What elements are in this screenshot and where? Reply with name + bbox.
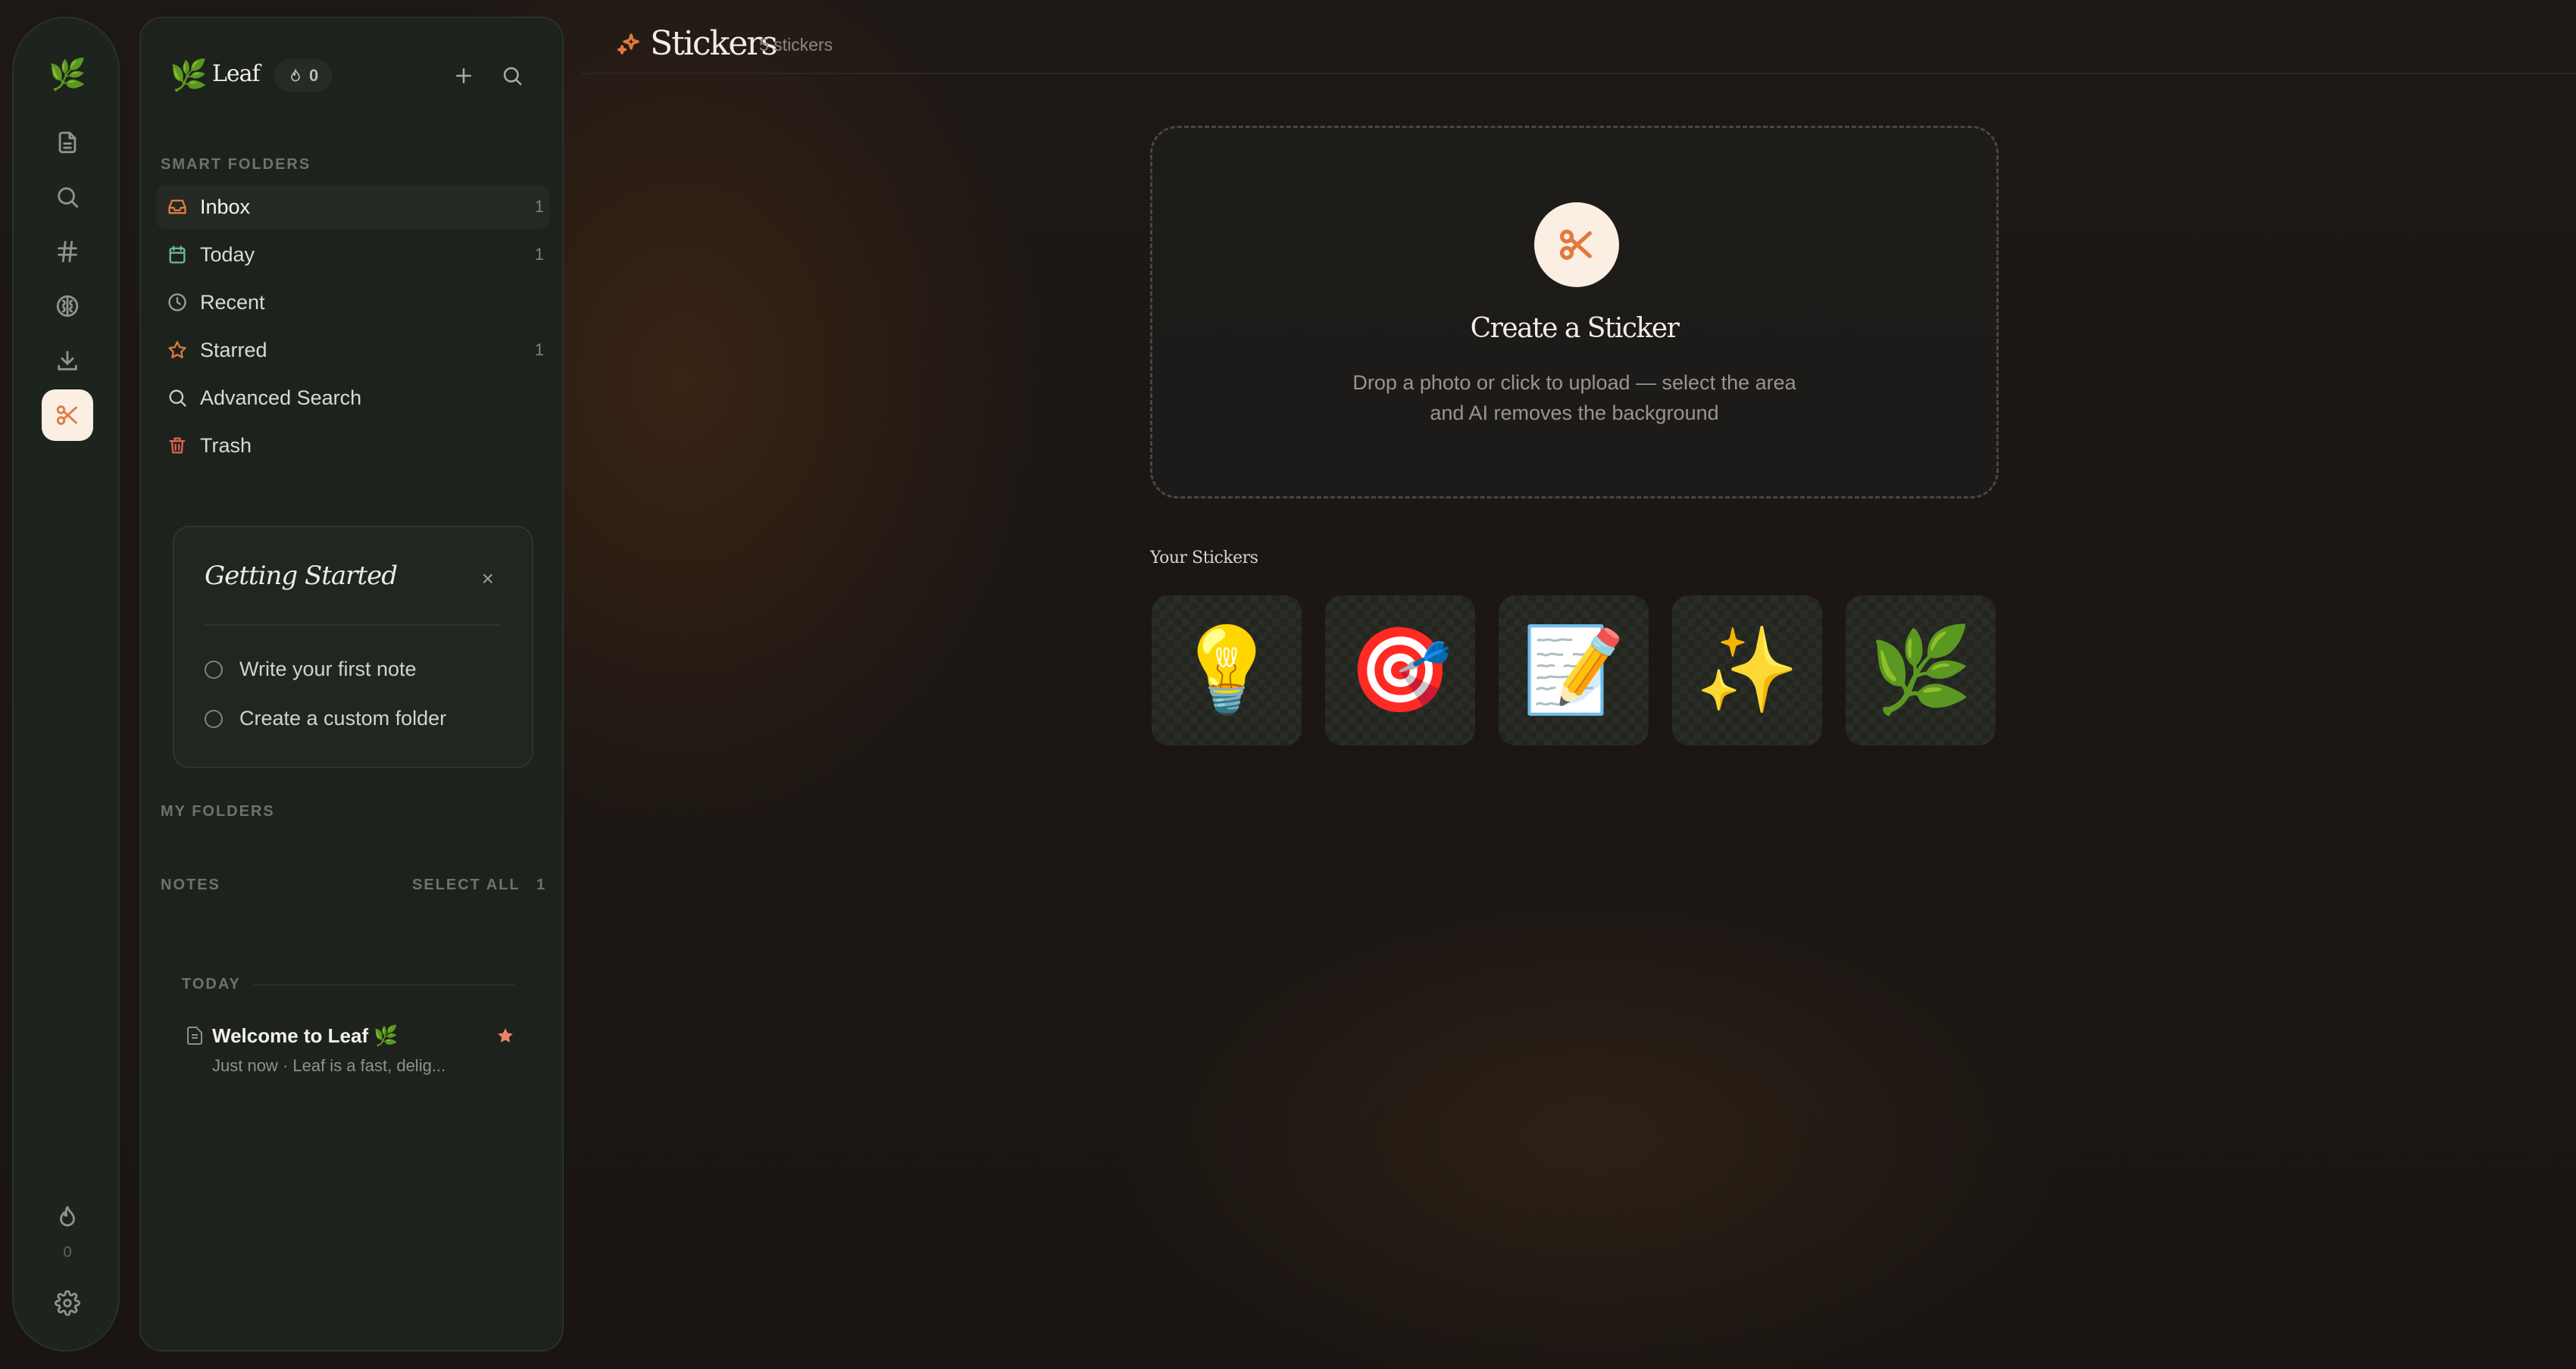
notes-icon[interactable] — [42, 117, 93, 168]
task-create-custom-folder[interactable]: Create a custom folder — [205, 707, 446, 730]
search-icon — [169, 389, 186, 407]
main-header — [580, 0, 2576, 74]
sticker-leaf[interactable]: 🌿 — [1846, 595, 1996, 745]
star-icon[interactable] — [496, 1026, 515, 1046]
sidebar-item-label: Inbox — [200, 195, 251, 218]
page-title: Stickers — [650, 24, 778, 63]
sidebar-item-starred[interactable]: Starred 1 — [156, 328, 550, 372]
create-sticker-description: Drop a photo or click to upload — select… — [1352, 371, 1796, 424]
sidebar-item-today[interactable]: Today 1 — [156, 233, 550, 277]
search-icon — [503, 67, 522, 86]
streak-count: 0 — [63, 1244, 72, 1261]
date-group-label: TODAY — [182, 976, 241, 992]
create-sticker-title: Create a Sticker — [1470, 313, 1680, 344]
sidebar-item-count: 1 — [534, 340, 544, 359]
sparkle-icon — [615, 30, 642, 58]
flame-icon[interactable] — [42, 1191, 93, 1242]
trash-icon — [169, 437, 186, 454]
streak-count: 0 — [309, 66, 319, 85]
my-folders-heading: MY FOLDERS — [161, 803, 275, 820]
document-icon — [186, 1026, 203, 1046]
getting-started-card: Getting Started × Write your first note … — [173, 526, 533, 768]
notes-count: 1 — [536, 877, 547, 893]
task-label: Create a custom folder — [239, 707, 447, 730]
streak-badge[interactable]: 0 — [274, 59, 333, 92]
icon-rail: 🌿 0 — [12, 17, 120, 1352]
clock-icon — [168, 293, 186, 311]
sticker-target[interactable]: 🎯 — [1325, 595, 1475, 745]
search-button[interactable] — [496, 59, 529, 92]
date-group-header: TODAY — [182, 976, 515, 993]
scissors-icon[interactable] — [42, 389, 93, 441]
search-icon[interactable] — [42, 171, 93, 223]
your-stickers-heading: Your Stickers — [1150, 549, 1258, 567]
new-note-button[interactable] — [447, 59, 480, 92]
sidebar-item-count: 1 — [534, 197, 544, 216]
sidebar-item-recent[interactable]: Recent — [156, 280, 550, 324]
sticker-upload-dropzone[interactable]: Create a Sticker Drop a photo or click t… — [1150, 126, 1999, 499]
divider — [205, 624, 502, 626]
sidebar-item-label: Starred — [200, 338, 267, 361]
task-label: Write your first note — [239, 658, 417, 680]
sticker-memo[interactable]: 📝 — [1499, 595, 1649, 745]
task-write-first-note[interactable]: Write your first note — [205, 658, 417, 681]
sidebar-item-inbox[interactable]: Inbox 1 — [156, 185, 550, 229]
star-icon — [168, 341, 186, 358]
select-all-button[interactable]: SELECT ALL — [412, 877, 521, 894]
download-icon[interactable] — [42, 335, 93, 386]
inbox-icon — [168, 199, 186, 214]
checkbox-icon[interactable] — [205, 660, 223, 679]
getting-started-title: Getting Started — [205, 561, 398, 591]
sidebar-item-label: Today — [200, 242, 255, 266]
plus-icon — [456, 68, 471, 83]
smart-folders-heading: SMART FOLDERS — [161, 156, 311, 173]
leaf-logo-icon[interactable]: 🌿 — [42, 48, 93, 100]
close-icon[interactable]: × — [482, 567, 494, 591]
note-preview: Just now · Leaf is a fast, delig... — [212, 1056, 446, 1075]
scissors-icon — [1534, 202, 1619, 287]
sticker-lightbulb[interactable]: 💡 — [1152, 595, 1302, 745]
hashtag-icon[interactable] — [42, 226, 93, 277]
note-list-item[interactable]: Welcome to Leaf 🌿 Just now · Leaf is a f… — [174, 1011, 538, 1086]
sidebar-item-trash[interactable]: Trash — [156, 424, 550, 467]
calendar-icon — [169, 245, 186, 264]
sidebar: 🌿 Leaf 0 SMART FOLDERS Inbox 1 Today 1 R… — [139, 17, 564, 1352]
sidebar-item-count: 1 — [534, 245, 544, 264]
sidebar-item-label: Recent — [200, 290, 265, 314]
checkbox-icon[interactable] — [205, 709, 223, 728]
notes-heading: NOTES — [161, 877, 220, 893]
sticker-count: 5 stickers — [759, 35, 833, 55]
flame-icon — [291, 68, 300, 82]
note-title: Welcome to Leaf 🌿 — [212, 1024, 399, 1047]
sidebar-item-label: Trash — [200, 433, 252, 457]
gear-icon[interactable] — [42, 1277, 93, 1329]
sidebar-item-label: Advanced Search — [200, 386, 362, 409]
sticker-sparkles[interactable]: ✨ — [1672, 595, 1822, 745]
brain-icon[interactable] — [42, 280, 93, 332]
leaf-logo-icon: 🌿 — [170, 59, 208, 92]
sidebar-item-advanced-search[interactable]: Advanced Search — [156, 376, 550, 420]
app-name: Leaf — [212, 61, 261, 87]
